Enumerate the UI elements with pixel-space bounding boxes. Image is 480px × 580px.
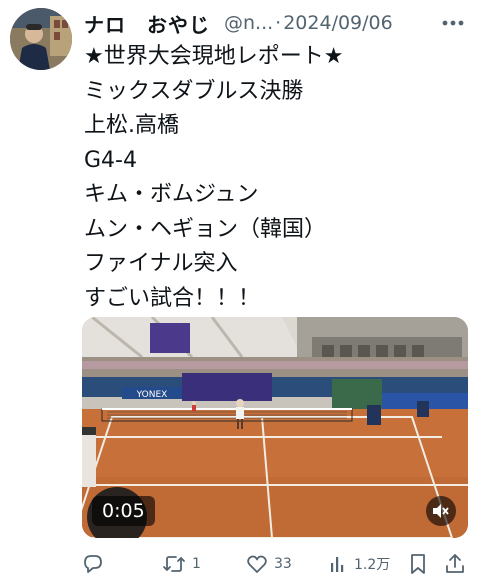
mute-icon[interactable]	[426, 496, 456, 526]
retweet-button[interactable]: 1	[162, 550, 201, 578]
tweet-date[interactable]: 2024/09/06	[283, 12, 393, 34]
banner-text: YONEX	[136, 390, 168, 400]
video-player[interactable]: YONEX 0:05	[82, 317, 468, 538]
share-icon	[446, 554, 464, 573]
share-button[interactable]	[444, 550, 472, 578]
author-name[interactable]: ナロ おやじ	[84, 9, 210, 38]
author-handle[interactable]: @n...	[224, 12, 273, 34]
tweet-header: ナロ おやじ @n... · 2024/09/06	[84, 8, 470, 38]
video-time: 0:05	[92, 496, 155, 526]
tweet-text-line: ミックスダブルス決勝	[84, 78, 304, 104]
views-button[interactable]: 1.2万	[328, 550, 390, 578]
bookmark-icon	[411, 554, 425, 574]
more-icon[interactable]	[440, 10, 466, 36]
reply-button[interactable]	[82, 550, 110, 578]
avatar[interactable]	[10, 8, 72, 70]
tweet-text-line: 上松.高橋	[84, 113, 179, 138]
action-bar: 1 33 1.2万	[82, 550, 470, 578]
views-count: 1.2万	[354, 557, 391, 573]
retweet-count: 1	[192, 556, 201, 572]
separator: ·	[275, 12, 282, 34]
tweet-text: ★世界大会現地レポート★ ミックスダブルス決勝 上松.高橋 G4-4 キム・ボム…	[84, 40, 474, 316]
like-count: 33	[274, 556, 292, 572]
views-icon	[331, 557, 344, 572]
tweet-text-line: ★世界大会現地レポート★	[84, 44, 344, 69]
tweet-text-line: G4-4	[84, 147, 137, 173]
bookmark-button[interactable]	[408, 550, 434, 578]
tweet-text-line: ファイナル突入	[84, 251, 238, 276]
retweet-icon	[163, 556, 185, 572]
reply-icon	[84, 555, 102, 573]
tweet-text-line: すごい試合！！！	[84, 285, 261, 311]
like-button[interactable]: 33	[246, 550, 292, 578]
heart-icon	[247, 555, 267, 573]
tweet-text-line: キム・ボムジュン	[84, 182, 259, 207]
tweet-text-line: ムン・ヘギョン（韓国）	[84, 216, 327, 242]
